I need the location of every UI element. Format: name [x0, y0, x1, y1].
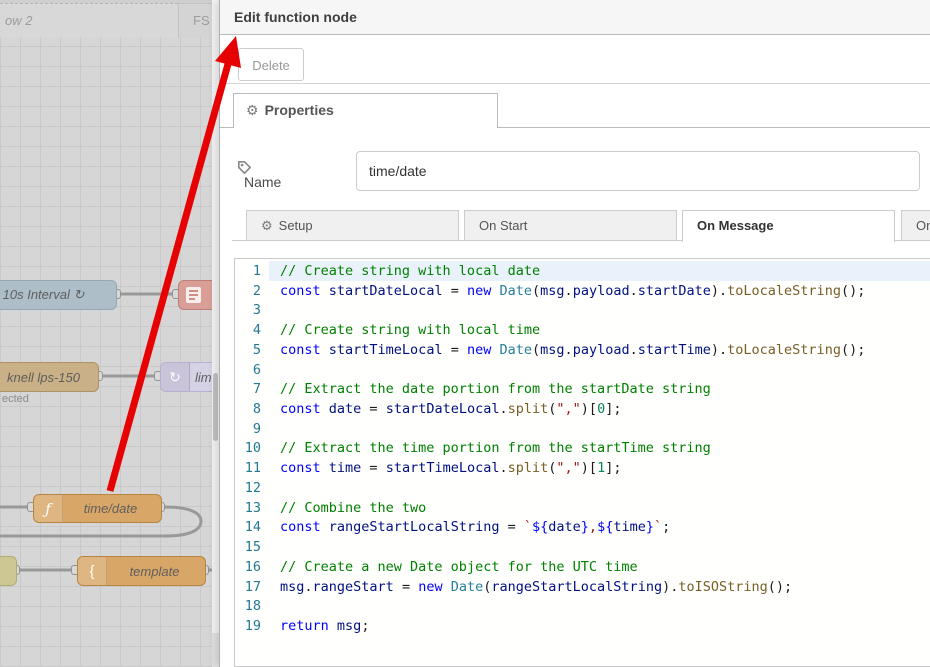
gear-icon: ⚙ — [261, 218, 273, 233]
dialog-title: Edit function node — [234, 0, 357, 34]
form-widget-icon — [185, 286, 202, 304]
code-editor[interactable]: 1// Create string with local date2const … — [234, 258, 930, 667]
code-line: 1// Create string with local date — [235, 261, 930, 281]
flow-canvas: ow 2 FS 10s Interval ↻ — [0, 0, 212, 667]
tab-setup[interactable]: ⚙ Setup — [246, 210, 459, 241]
canvas-vertical-scrollbar — [212, 0, 219, 667]
code-line: 16// Create a new Date object for the UT… — [235, 557, 930, 577]
toolbar-divider — [220, 83, 930, 84]
code-line: 2const startDateLocal = new Date(msg.pay… — [235, 281, 930, 301]
node-template[interactable]: { template — [77, 556, 206, 586]
tab-label: Setup — [279, 218, 313, 233]
tab-on-message[interactable]: On Message — [682, 210, 895, 242]
tray-header: Edit function node — [220, 0, 930, 35]
node-dashboard-widget[interactable] — [178, 280, 212, 310]
name-label-text: Name — [244, 174, 281, 190]
code-line: 3 — [235, 300, 930, 320]
code-line: 11const time = startTimeLocal.split(",")… — [235, 458, 930, 478]
code-line: 15 — [235, 537, 930, 557]
node-label: 10s Interval ↻ — [0, 281, 116, 309]
code-line: 12 — [235, 478, 930, 498]
node-serial-lps150[interactable]: knell lps-150 — [0, 362, 99, 392]
code-line: 8const date = startDateLocal.split(",")[… — [235, 399, 930, 419]
node-status-text: ected — [2, 393, 29, 405]
code-line: 7// Extract the date portion from the st… — [235, 379, 930, 399]
code-line: 17msg.rangeStart = new Date(rangeStartLo… — [235, 577, 930, 597]
node-label: lim — [161, 363, 212, 391]
code-line: 18 — [235, 596, 930, 616]
gear-icon: ⚙ — [246, 102, 259, 118]
node-label: time/date — [34, 495, 161, 522]
node-red-editor: ow 2 FS 10s Interval ↻ — [0, 0, 930, 667]
tab-label: On Stop — [916, 218, 930, 233]
code-line: 4// Create string with local time — [235, 320, 930, 340]
tab-properties[interactable]: ⚙ Properties — [233, 93, 498, 128]
tab-label: On Start — [479, 218, 527, 233]
name-field-label: Name — [238, 161, 281, 190]
code-line: 13// Combine the two — [235, 498, 930, 518]
node-label: template — [78, 557, 205, 585]
properties-tab-label: Properties — [265, 102, 334, 118]
code-line: 5const startTimeLocal = new Date(msg.pay… — [235, 340, 930, 360]
scrollbar-thumb[interactable] — [213, 373, 218, 441]
code-line: 19return msg; — [235, 616, 930, 636]
code-line: 6 — [235, 360, 930, 380]
tab-on-stop[interactable]: On Stop — [901, 210, 930, 241]
tab-label: On Message — [697, 218, 774, 233]
scrollbar-corner — [212, 633, 219, 667]
edit-tray: Edit function node Delete ⚙ Properties Na… — [219, 0, 930, 667]
node-function-time-date[interactable]: ƒ time/date — [33, 494, 162, 523]
tab-on-start[interactable]: On Start — [464, 210, 677, 241]
code-line: 10// Extract the time portion from the s… — [235, 438, 930, 458]
node-inject-10s-interval[interactable]: 10s Interval ↻ — [0, 280, 117, 310]
code-line: 14const rangeStartLocalString = `${date}… — [235, 517, 930, 537]
tag-icon — [238, 161, 281, 174]
node-partial-left[interactable] — [0, 556, 17, 586]
delete-button[interactable]: Delete — [238, 48, 304, 81]
code-line: 9 — [235, 419, 930, 439]
node-label: knell lps-150 — [0, 363, 98, 391]
name-input[interactable] — [356, 151, 920, 191]
node-delay-limit[interactable]: ↻ lim — [160, 362, 212, 392]
